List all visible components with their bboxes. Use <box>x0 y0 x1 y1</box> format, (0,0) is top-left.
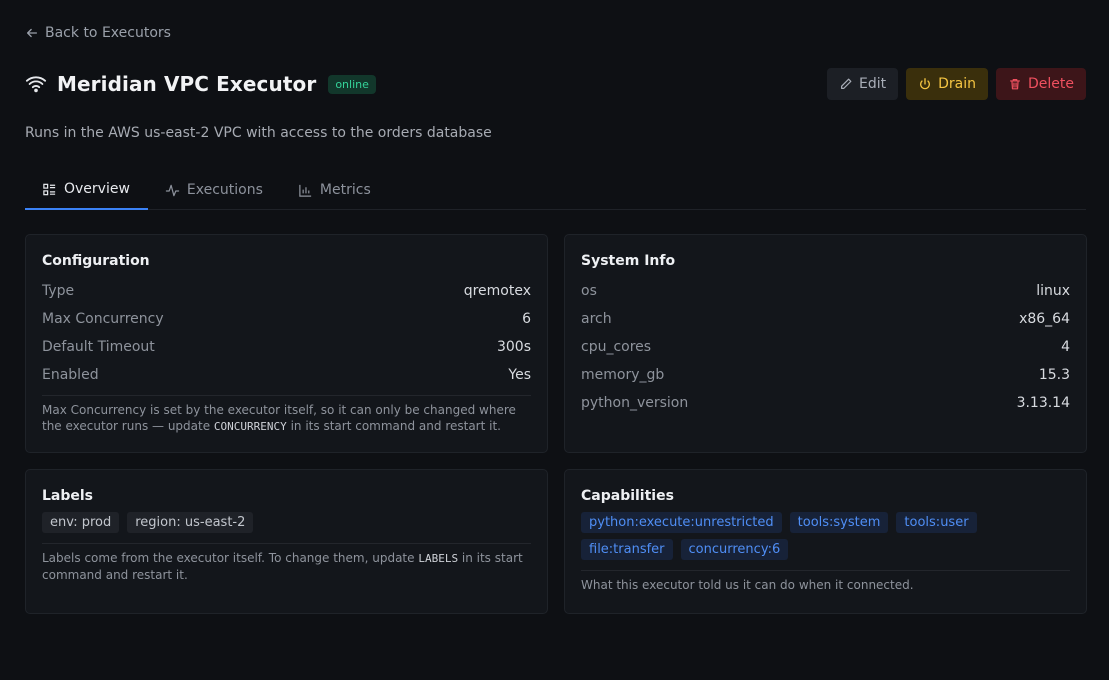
delete-button-label: Delete <box>1028 76 1074 92</box>
back-link[interactable]: Back to Executors <box>25 25 171 41</box>
label-chip: region: us-east-2 <box>127 512 254 533</box>
config-value: 6 <box>522 311 531 327</box>
arrow-left-icon <box>26 28 38 38</box>
back-link-label: Back to Executors <box>45 25 171 41</box>
capability-chip: tools:user <box>896 512 977 533</box>
configuration-card: Configuration Type qremotex Max Concurre… <box>25 234 548 453</box>
sysinfo-value: x86_64 <box>1019 311 1070 327</box>
capability-chip: python:execute:unrestricted <box>581 512 782 533</box>
sysinfo-value: linux <box>1036 283 1070 299</box>
note-text: Labels come from the executor itself. To… <box>42 551 419 565</box>
sysinfo-row-os: os linux <box>581 277 1070 305</box>
power-icon <box>920 78 931 90</box>
sysinfo-row-arch: arch x86_64 <box>581 305 1070 333</box>
activity-icon <box>165 184 180 196</box>
sysinfo-key: arch <box>581 311 612 327</box>
sysinfo-key: cpu_cores <box>581 339 652 355</box>
tab-metrics[interactable]: Metrics <box>281 170 389 210</box>
config-key: Default Timeout <box>42 339 155 355</box>
overview-icon <box>43 183 56 195</box>
capability-chip: tools:system <box>789 512 889 533</box>
labels-note: Labels come from the executor itself. To… <box>42 543 531 583</box>
config-value: Yes <box>508 367 531 383</box>
config-key: Type <box>42 283 75 299</box>
config-row-type: Type qremotex <box>42 277 531 305</box>
sysinfo-key: os <box>581 283 597 299</box>
config-row-max-concurrency: Max Concurrency 6 <box>42 305 531 333</box>
delete-button[interactable]: Delete <box>996 68 1086 100</box>
page-header: Meridian VPC Executor online Edit Drain <box>25 66 1086 102</box>
configuration-title: Configuration <box>42 253 150 269</box>
config-key: Enabled <box>42 367 99 383</box>
config-value: 300s <box>496 339 531 355</box>
labels-code: LABELS <box>418 552 459 565</box>
labels-list: env: prod region: us-east-2 <box>42 512 531 533</box>
edit-button[interactable]: Edit <box>826 68 899 100</box>
capabilities-title: Capabilities <box>581 488 674 504</box>
labels-title: Labels <box>42 488 94 504</box>
capability-chip: concurrency:6 <box>680 539 789 560</box>
configuration-note: Max Concurrency is set by the executor i… <box>42 395 531 435</box>
sysinfo-key: python_version <box>581 395 689 411</box>
edit-button-label: Edit <box>858 76 887 92</box>
sysinfo-key: memory_gb <box>581 367 665 383</box>
wifi-icon <box>25 76 47 93</box>
header-actions: Edit Drain Delete <box>826 68 1086 100</box>
trash-icon <box>1010 79 1020 90</box>
sysinfo-row-memory-gb: memory_gb 15.3 <box>581 361 1070 389</box>
capabilities-card: Capabilities python:execute:unrestricted… <box>564 469 1087 614</box>
tab-executions-label: Executions <box>186 182 263 198</box>
page-title: Meridian VPC Executor <box>57 72 317 96</box>
sysinfo-value: 4 <box>1061 339 1070 355</box>
system-info-title: System Info <box>581 253 676 269</box>
bar-chart-icon <box>299 184 312 197</box>
tab-metrics-label: Metrics <box>319 182 371 198</box>
drain-button-label: Drain <box>938 76 976 92</box>
note-text: in its start command and restart it. <box>286 419 501 433</box>
sysinfo-row-cpu-cores: cpu_cores 4 <box>581 333 1070 361</box>
sysinfo-row-python-version: python_version 3.13.14 <box>581 389 1070 417</box>
executor-description: Runs in the AWS us-east-2 VPC with acces… <box>25 125 492 141</box>
system-info-card: System Info os linux arch x86_64 cpu_cor… <box>564 234 1087 453</box>
capabilities-list: python:execute:unrestricted tools:system… <box>581 512 1070 560</box>
sysinfo-value: 15.3 <box>1038 367 1070 383</box>
title-group: Meridian VPC Executor online <box>25 72 376 96</box>
tab-bar: Overview Executions Metrics <box>25 170 1086 210</box>
sysinfo-value: 3.13.14 <box>1016 395 1070 411</box>
status-badge: online <box>328 74 376 94</box>
tab-executions[interactable]: Executions <box>148 170 281 210</box>
config-row-default-timeout: Default Timeout 300s <box>42 333 531 361</box>
executor-detail-page: Back to Executors Meridian VPC Executor … <box>0 0 1109 680</box>
tab-overview-label: Overview <box>64 181 130 197</box>
concurrency-code: CONCURRENCY <box>213 420 287 433</box>
capability-chip: file:transfer <box>581 539 673 560</box>
config-value: qremotex <box>463 283 531 299</box>
drain-button[interactable]: Drain <box>906 68 988 100</box>
config-row-enabled: Enabled Yes <box>42 361 531 389</box>
pencil-icon <box>840 78 852 89</box>
tab-overview[interactable]: Overview <box>25 170 148 210</box>
capabilities-note: What this executor told us it can do whe… <box>581 570 1070 593</box>
config-key: Max Concurrency <box>42 311 164 327</box>
labels-card: Labels env: prod region: us-east-2 Label… <box>25 469 548 614</box>
label-chip: env: prod <box>42 512 120 533</box>
